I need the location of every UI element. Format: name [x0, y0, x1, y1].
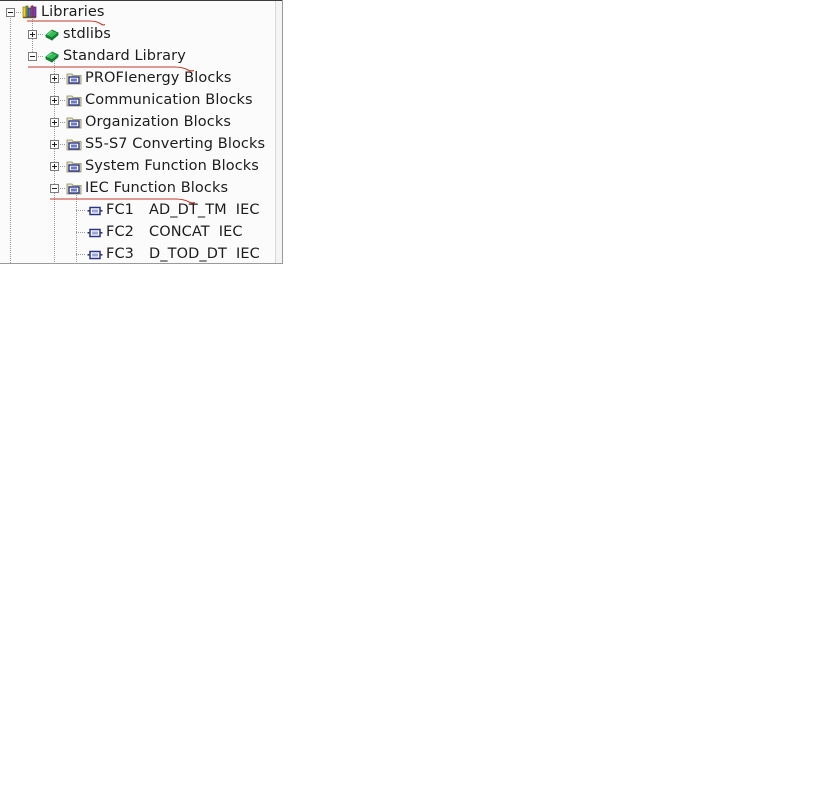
fc-library: IEC [218, 224, 243, 240]
fc-name: CONCAT [149, 224, 210, 240]
fc-name: AD_DT_TM [149, 202, 227, 218]
expander-s5-s7-converting-blocks[interactable] [50, 140, 59, 149]
block-folder-icon [66, 159, 82, 175]
function-block-icon [87, 203, 103, 219]
tree-leaf-content: FC3 D_TOD_DT IEC [106, 243, 260, 263]
fc-name: D_TOD_DT [149, 246, 227, 262]
block-folder-icon [66, 93, 82, 109]
tree-node-label: PROFIenergy Blocks [85, 70, 232, 86]
expander-stdlibs[interactable] [28, 30, 37, 39]
tree-leaf-content: FC1 AD_DT_TM IEC [106, 199, 260, 221]
tree-node-label: S5-S7 Converting Blocks [85, 136, 266, 152]
tree-leaf-fc2[interactable]: FC2 CONCAT IEC [106, 221, 243, 243]
leaf-connector-fc3 [76, 254, 86, 255]
block-folder-icon [66, 181, 82, 197]
tree-leaf-content: FC2 CONCAT IEC [106, 221, 243, 243]
function-block-icon [87, 225, 103, 241]
expander-standard-library[interactable] [28, 52, 37, 61]
fc-library: IEC [235, 202, 260, 218]
tree-node-s5-s7-converting-blocks[interactable]: S5-S7 Converting Blocks [85, 133, 265, 155]
vertical-scrollbar[interactable] [275, 1, 282, 263]
tree-leaf-fc1[interactable]: FC1 AD_DT_TM IEC [106, 199, 260, 221]
tree-leaf-fc3[interactable]: FC3 D_TOD_DT IEC [106, 243, 260, 263]
block-folder-icon [66, 115, 82, 131]
tree-node-communication-blocks[interactable]: Communication Blocks [85, 89, 253, 111]
tree-node-stdlibs[interactable]: stdlibs [63, 23, 111, 45]
tree-node-label: Communication Blocks [85, 92, 253, 108]
block-folder-icon [66, 137, 82, 153]
expander-iec-function-blocks[interactable] [50, 184, 59, 193]
expander-organization-blocks[interactable] [50, 118, 59, 127]
leaf-connector-fc2 [76, 232, 86, 233]
leaf-connector-fc1 [76, 210, 86, 211]
block-folder-icon [66, 71, 82, 87]
expander-system-function-blocks[interactable] [50, 162, 59, 171]
tree-node-label: stdlibs [63, 26, 111, 42]
fc-number: FC3 [106, 246, 134, 262]
expander-profienergy-blocks[interactable] [50, 74, 59, 83]
tree-node-label: Organization Blocks [85, 114, 231, 130]
books-stack-icon [22, 4, 38, 20]
tree-body: Libraries stdlibs Standard Library PROFI… [0, 1, 275, 263]
tree-node-organization-blocks[interactable]: Organization Blocks [85, 111, 231, 133]
tree-node-system-function-blocks[interactable]: System Function Blocks [85, 155, 259, 177]
function-block-icon [87, 247, 103, 263]
guide-line-root [10, 14, 11, 263]
expander-communication-blocks[interactable] [50, 96, 59, 105]
library-tree-panel[interactable]: Libraries stdlibs Standard Library PROFI… [0, 0, 283, 264]
green-book-icon [44, 26, 60, 42]
tree-node-profienergy-blocks[interactable]: PROFIenergy Blocks [85, 67, 232, 89]
fc-number: FC1 [106, 202, 134, 218]
expander-libraries[interactable] [6, 8, 15, 17]
fc-library: IEC [235, 246, 260, 262]
green-book-icon [44, 48, 60, 64]
tree-node-label: System Function Blocks [85, 158, 259, 174]
fc-number: FC2 [106, 224, 134, 240]
